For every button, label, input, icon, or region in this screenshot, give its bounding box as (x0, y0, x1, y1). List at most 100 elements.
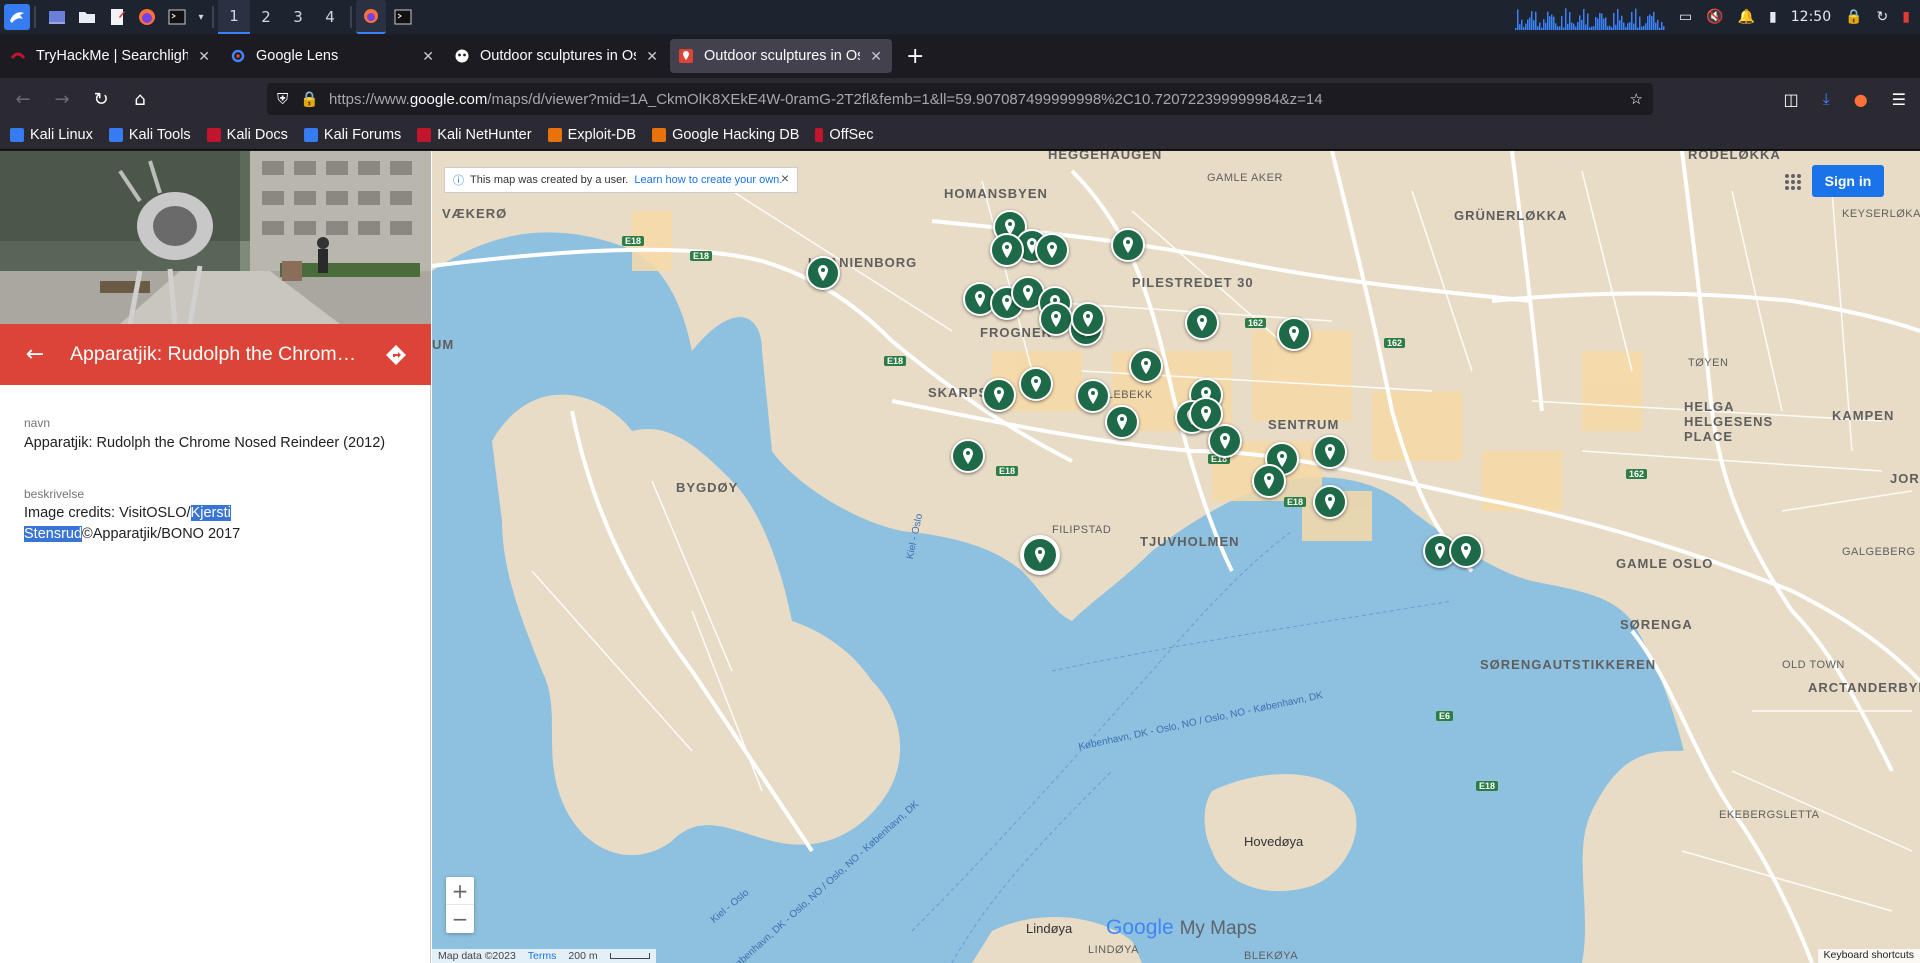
map-marker[interactable] (1105, 405, 1139, 439)
battery-icon[interactable]: ▮ (1769, 9, 1777, 25)
bookmark-kali-docs[interactable]: Kali Docs (206, 127, 288, 143)
route-shield: 162 (1626, 469, 1648, 479)
map-marker[interactable] (1019, 367, 1053, 401)
lock-icon[interactable]: 🔒 (300, 90, 319, 108)
show-desktop-icon[interactable] (44, 4, 70, 30)
close-icon[interactable]: ✕ (422, 48, 434, 65)
workspace-4[interactable]: 4 (314, 0, 346, 34)
reload-button[interactable]: ↻ (84, 82, 118, 116)
bookmark-kali-nethunter[interactable]: Kali NetHunter (417, 127, 532, 143)
my-maps-icon (678, 48, 694, 64)
pocket-icon[interactable]: ◫ (1783, 90, 1798, 109)
downloads-icon[interactable]: ⤓ (1823, 89, 1830, 109)
address-bar[interactable]: ⛨ 🔒 https://www. google.com /maps/d/view… (267, 83, 1653, 115)
map-marker[interactable] (990, 233, 1024, 267)
tab-tryhackme[interactable]: TryHackMe | Searchlight - ✕ (2, 39, 220, 73)
toolbar-right: ◫ ⤓ ● ☰ (1783, 78, 1906, 120)
map-marker[interactable] (1071, 302, 1105, 336)
workspace-3[interactable]: 3 (282, 0, 314, 34)
map-canvas[interactable]: HEGGEHAUGEN HOMANSBYEN GAMLE AKER GRÜNER… (432, 151, 1920, 963)
file-manager-icon[interactable] (74, 4, 100, 30)
route-shield: E18 (622, 236, 645, 246)
map-marker[interactable] (806, 256, 840, 290)
bookmarks-toolbar: Kali Linux Kali Tools Kali Docs Kali For… (0, 120, 1920, 150)
map-label: VÆKERØ (442, 206, 508, 221)
firefox-window-icon[interactable] (356, 0, 386, 34)
directions-icon[interactable] (361, 343, 431, 367)
close-icon[interactable]: ✕ (646, 48, 658, 65)
sign-in-button[interactable]: Sign in (1812, 165, 1884, 197)
chevron-down-icon[interactable]: ▾ (194, 4, 208, 30)
map-marker[interactable] (1185, 306, 1219, 340)
map-marker[interactable] (1111, 228, 1145, 262)
bookmark-star-icon[interactable]: ☆ (1630, 90, 1643, 108)
refresh-icon[interactable]: ↻ (1877, 9, 1889, 25)
bookmark-exploit-db[interactable]: Exploit-DB (547, 127, 636, 143)
hamburger-menu-icon[interactable]: ☰ (1892, 90, 1906, 109)
selected-map-marker[interactable] (1020, 535, 1060, 575)
forward-button[interactable]: → (45, 82, 79, 116)
tab-outdoor-sculptures-1[interactable]: Outdoor sculptures in Oslo ✕ (446, 39, 668, 73)
bookmark-kali-forums[interactable]: Kali Forums (303, 127, 401, 143)
close-icon[interactable]: ✕ (198, 48, 210, 65)
shield-icon[interactable]: ⛨ (277, 91, 288, 108)
kali-icon (10, 127, 24, 142)
close-icon[interactable]: × (781, 170, 789, 186)
zoom-in-button[interactable]: + (446, 877, 474, 905)
taskbar-separator (350, 6, 352, 28)
map-label: SENTRUM (1268, 417, 1340, 432)
map-marker[interactable] (982, 378, 1016, 412)
ghdb-icon (652, 127, 667, 142)
map-marker[interactable] (1313, 435, 1347, 469)
map-label: TJUVHOLMEN (1140, 534, 1240, 549)
map-marker[interactable] (1313, 485, 1347, 519)
clock[interactable]: 12:50 (1791, 9, 1831, 25)
display-icon[interactable]: ▭ (1679, 9, 1692, 25)
zoom-control: + − (446, 877, 474, 933)
map-marker[interactable] (1039, 302, 1073, 336)
kali-menu-icon[interactable] (4, 4, 30, 30)
bookmark-kali-tools[interactable]: Kali Tools (108, 127, 191, 143)
home-button[interactable]: ⌂ (123, 82, 157, 116)
bookmark-kali-linux[interactable]: Kali Linux (10, 127, 93, 143)
route-shield: E18 (1284, 497, 1307, 507)
map-marker[interactable] (1129, 349, 1163, 383)
back-button[interactable]: ← (6, 82, 40, 116)
close-icon[interactable]: ✕ (870, 48, 882, 65)
back-arrow-icon[interactable]: ← (0, 342, 70, 367)
power-icon[interactable]: ▮ (1902, 9, 1910, 25)
map-marker[interactable] (951, 439, 985, 473)
terminal-launcher-icon[interactable] (164, 4, 190, 30)
learn-more-link[interactable]: Learn how to create your own. (634, 174, 782, 186)
notification-bell-icon[interactable]: 🔔 (1738, 9, 1755, 25)
bookmark-google-hacking-db[interactable]: Google Hacking DB (652, 127, 799, 143)
terms-link[interactable]: Terms (528, 950, 557, 962)
map-marker[interactable] (1035, 233, 1069, 267)
new-tab-button[interactable]: + (906, 44, 924, 69)
feature-details-panel: ← Apparatjik: Rudolph the Chrom… navn Ap… (0, 151, 431, 963)
lock-icon[interactable]: 🔒 (1845, 9, 1862, 25)
tab-outdoor-sculptures-2[interactable]: Outdoor sculptures in Oslo ✕ (670, 39, 892, 73)
apps-grid-icon[interactable] (1784, 173, 1802, 191)
mute-icon[interactable]: 🔇 (1706, 9, 1723, 25)
bookmark-offsec[interactable]: OffSec (815, 127, 873, 143)
workspace-2[interactable]: 2 (250, 0, 282, 34)
map-marker[interactable] (1252, 464, 1286, 498)
map-marker[interactable] (1277, 317, 1311, 351)
zoom-out-button[interactable]: − (446, 905, 474, 933)
workspace-1[interactable]: 1 (218, 0, 250, 34)
firefox-account-icon[interactable]: ● (1854, 90, 1868, 109)
feature-photo[interactable] (0, 151, 431, 324)
name-value: Apparatjik: Rudolph the Chrome Nosed Rei… (24, 435, 386, 451)
bookmark-label: Google Hacking DB (672, 126, 800, 143)
map-marker[interactable] (1076, 379, 1110, 413)
map-label: KAMPEN (1832, 408, 1895, 423)
map-marker[interactable] (1189, 397, 1223, 431)
page-content: ← Apparatjik: Rudolph the Chrom… navn Ap… (0, 151, 1920, 963)
tab-google-lens[interactable]: Google Lens ✕ (222, 39, 444, 73)
map-marker[interactable] (1449, 534, 1483, 568)
keyboard-shortcuts-link[interactable]: Keyboard shortcuts (1817, 949, 1920, 963)
text-editor-icon[interactable] (104, 4, 130, 30)
firefox-launcher-icon[interactable] (134, 4, 160, 30)
terminal-window-icon[interactable] (390, 4, 416, 30)
